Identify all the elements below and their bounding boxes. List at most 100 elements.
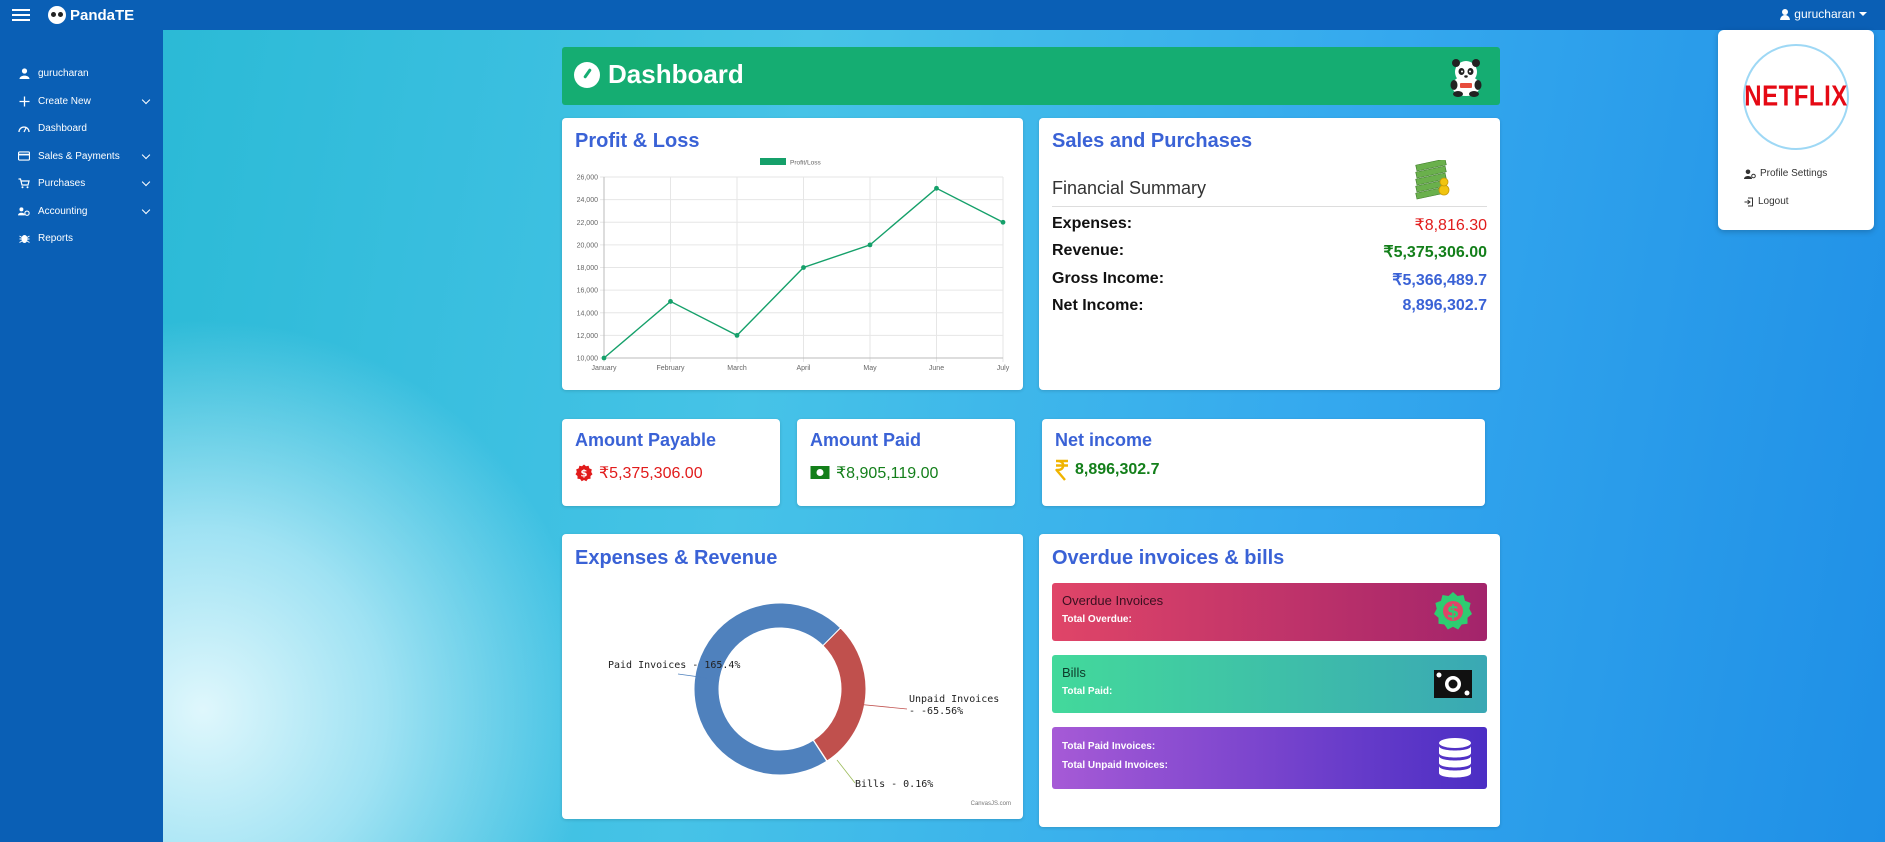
total-paid-invoices-label: Total Paid Invoices: bbox=[1062, 741, 1156, 752]
svg-text:$: $ bbox=[1447, 602, 1460, 623]
donut-label-unpaid-invoices: Unpaid Invoices - -65.56% bbox=[909, 694, 1000, 717]
y-tick-label: 12,000 bbox=[577, 333, 599, 340]
chevron-down-icon bbox=[141, 150, 151, 159]
user-cog-icon bbox=[1744, 169, 1756, 179]
y-tick-label: 10,000 bbox=[577, 356, 599, 363]
main-content-background bbox=[163, 30, 1885, 842]
net-income-value: 8,896,302.7 bbox=[1075, 461, 1160, 478]
sidebar-item-create-new[interactable]: Create New bbox=[0, 88, 163, 116]
page-title: Dashboard bbox=[608, 59, 744, 89]
sidebar-item-label: gurucharan bbox=[38, 68, 89, 80]
dashboard-header: Dashboard bbox=[562, 47, 1500, 105]
net-income-label: Net Income: bbox=[1052, 297, 1144, 314]
total-paid-label: Total Paid: bbox=[1062, 686, 1113, 697]
expenses-label: Expenses: bbox=[1052, 215, 1133, 232]
x-tick-label: April bbox=[796, 365, 810, 372]
svg-text:$: $ bbox=[581, 469, 588, 480]
data-point bbox=[734, 332, 740, 338]
donut-label-paid-invoices: Paid Invoices - 165.4% bbox=[608, 660, 741, 671]
overdue-invoices-banner[interactable]: Overdue Invoices Total Overdue: $ bbox=[1052, 583, 1487, 641]
profile-settings-link[interactable]: Profile Settings bbox=[1744, 168, 1827, 179]
brand-name: PandaTE bbox=[70, 6, 135, 24]
chevron-down-icon bbox=[141, 95, 151, 104]
y-tick-label: 22,000 bbox=[577, 220, 599, 227]
profit-loss-line-chart: Profit/Loss 10,000 12,000 14,000 16,000 18,00… bbox=[577, 158, 1010, 372]
chart-credit[interactable]: CanvasJS.com bbox=[971, 801, 1011, 807]
rupee-icon bbox=[1055, 459, 1068, 481]
logout-label: Logout bbox=[1758, 196, 1789, 207]
donut-label-bills: Bills - 0.16% bbox=[855, 779, 934, 790]
donut-slice-paid-invoices bbox=[693, 602, 842, 776]
sidebar-item-user[interactable]: gurucharan bbox=[0, 60, 163, 88]
sidebar-item-label: Create New bbox=[38, 95, 91, 107]
legend-label: Profit/Loss bbox=[790, 160, 821, 167]
sidebar-item-reports[interactable]: Reports bbox=[0, 225, 163, 253]
net-income-value: 8,896,302.7 bbox=[1402, 297, 1487, 314]
sidebar-item-sales-payments[interactable]: Sales & Payments bbox=[0, 143, 163, 171]
expenses-revenue-donut-chart bbox=[677, 602, 908, 784]
sidebar-item-accounting[interactable]: Accounting bbox=[0, 198, 163, 226]
amount-payable-card: Amount Payable $ ₹5,375,306.00 bbox=[562, 419, 780, 506]
credit-card-icon bbox=[18, 150, 30, 162]
cart-icon bbox=[18, 178, 30, 190]
leader-line-bills bbox=[836, 759, 856, 784]
net-income-title: Net income bbox=[1055, 430, 1153, 450]
total-unpaid-invoices-label: Total Unpaid Invoices: bbox=[1062, 760, 1168, 771]
chevron-down-icon bbox=[141, 205, 151, 214]
y-tick-label: 20,000 bbox=[577, 242, 599, 249]
profit-loss-title: Profit & Loss bbox=[575, 130, 700, 152]
amount-payable-title: Amount Payable bbox=[575, 430, 717, 450]
sidebar-item-dashboard[interactable]: Dashboard bbox=[0, 115, 163, 143]
brand[interactable]: PandaTE bbox=[48, 6, 134, 24]
panda-mascot-icon bbox=[1450, 59, 1482, 97]
x-tick-label: January bbox=[592, 365, 617, 372]
user-icon bbox=[18, 68, 30, 80]
x-tick-label: March bbox=[727, 365, 747, 372]
x-tick-label: May bbox=[863, 365, 877, 372]
sidebar-item-label: Sales & Payments bbox=[38, 150, 120, 162]
data-point bbox=[601, 355, 607, 361]
chevron-down-icon bbox=[141, 177, 151, 187]
dashboard-gauge-icon bbox=[574, 61, 600, 88]
total-overdue-label: Total Overdue: bbox=[1062, 614, 1132, 625]
user-dropdown-menu: NETFLIX Profile Settings Logout bbox=[1718, 30, 1874, 230]
bills-banner[interactable]: Bills Total Paid: bbox=[1052, 655, 1487, 713]
expenses-revenue-card: Expenses & Revenue Paid Invoices - 165.4… bbox=[562, 534, 1023, 819]
y-tick-label: 26,000 bbox=[577, 175, 599, 182]
sidebar: gurucharan Create New Dashboard Sales & … bbox=[0, 30, 163, 842]
users-cog-icon bbox=[18, 205, 30, 217]
overdue-title: Overdue invoices & bills bbox=[1052, 547, 1285, 569]
data-point bbox=[934, 185, 939, 191]
hamburger-menu-icon[interactable] bbox=[12, 6, 30, 22]
dollar-badge-icon: $ bbox=[575, 464, 593, 482]
sales-purchases-card: Sales and Purchases Financial Summary Ex… bbox=[1039, 118, 1500, 390]
gross-income-value: ₹5,366,489.7 bbox=[1392, 272, 1487, 289]
bug-icon bbox=[18, 233, 30, 245]
expenses-row: Expenses: ₹8,816.30 bbox=[1052, 215, 1487, 235]
divider bbox=[1052, 206, 1487, 207]
sidebar-item-label: Purchases bbox=[38, 178, 86, 190]
sidebar-item-purchases[interactable]: Purchases bbox=[0, 170, 163, 198]
profit-loss-card: Profit & Loss Profit/Loss 10,000 12,000 14,… bbox=[562, 118, 1023, 390]
sidebar-item-label: Reports bbox=[38, 233, 74, 245]
panda-logo-icon bbox=[48, 6, 66, 24]
user-menu-toggle[interactable]: gurucharan bbox=[1780, 7, 1867, 21]
logout-link[interactable]: Logout bbox=[1744, 196, 1789, 207]
data-point bbox=[801, 265, 806, 270]
legend-swatch bbox=[760, 158, 786, 165]
x-tick-label: February bbox=[656, 365, 685, 372]
y-tick-label: 16,000 bbox=[577, 288, 599, 295]
user-icon bbox=[1780, 8, 1791, 20]
top-navbar: PandaTE gurucharan bbox=[0, 0, 1885, 30]
profile-settings-label: Profile Settings bbox=[1760, 168, 1828, 179]
x-tick-label: July bbox=[997, 365, 1010, 372]
money-stack-icon bbox=[1415, 160, 1450, 200]
paid-unpaid-invoices-banner[interactable]: Total Paid Invoices: Total Unpaid Invoic… bbox=[1052, 727, 1487, 789]
user-menu-name: gurucharan bbox=[1794, 7, 1855, 21]
money-bill-icon bbox=[1434, 670, 1472, 698]
dollar-badge-icon: $ bbox=[1434, 592, 1472, 630]
amount-paid-card: Amount Paid ₹8,905,119.00 bbox=[797, 419, 1015, 506]
bills-heading: Bills bbox=[1062, 665, 1086, 680]
overdue-invoices-heading: Overdue Invoices bbox=[1062, 593, 1164, 608]
data-point bbox=[1000, 219, 1006, 225]
